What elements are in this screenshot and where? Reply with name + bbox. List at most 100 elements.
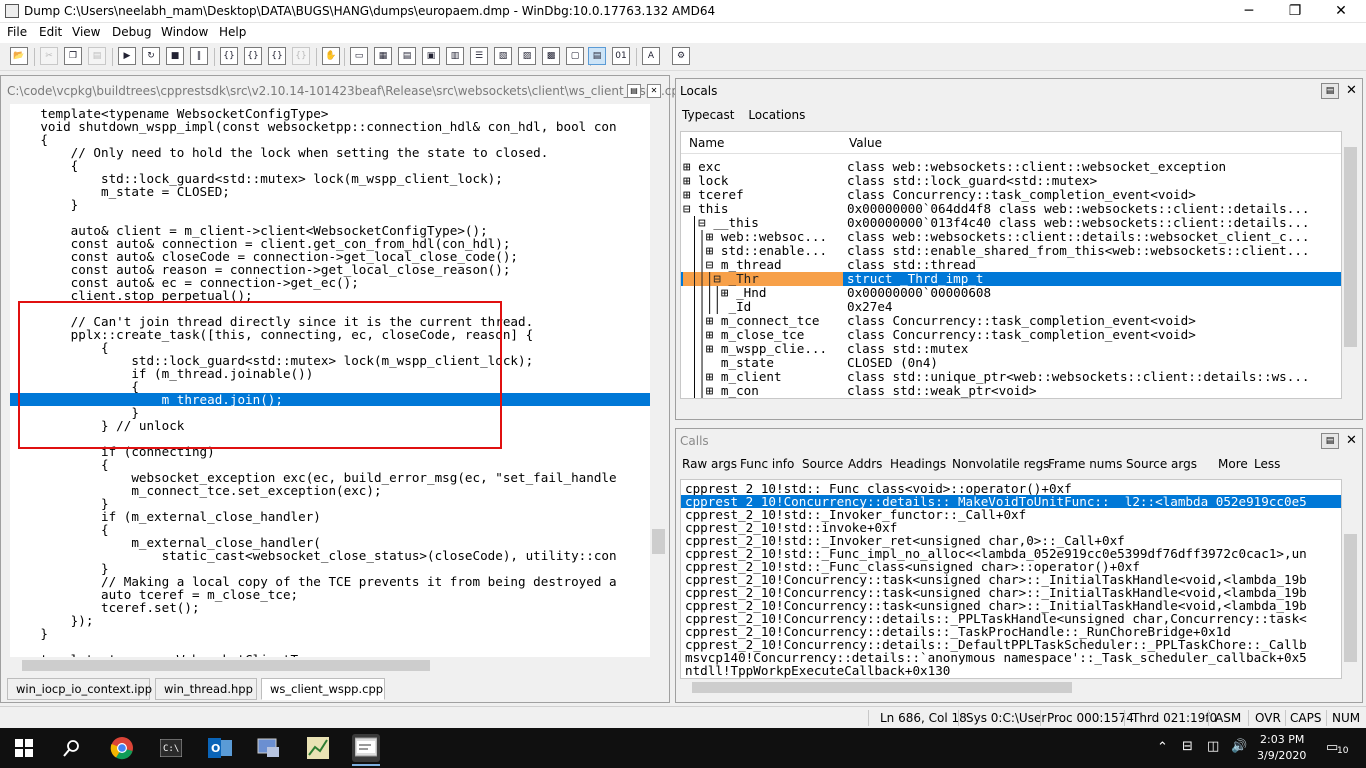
nonvolatile-regs-link[interactable]: Nonvolatile regs bbox=[952, 457, 1050, 471]
search-icon[interactable] bbox=[58, 734, 86, 762]
locals-row[interactable]: ││⊟ m_thread class std::thread bbox=[681, 258, 1341, 272]
typecast-link[interactable]: Typecast bbox=[682, 108, 734, 122]
source-link[interactable]: Source bbox=[802, 457, 843, 471]
step-over-icon[interactable]: {} bbox=[244, 47, 262, 65]
calls-icon[interactable]: ☰ bbox=[470, 47, 488, 65]
locals-icon[interactable]: ▤ bbox=[398, 47, 416, 65]
hand-icon[interactable]: ✋ bbox=[322, 47, 340, 65]
run-to-cursor-icon[interactable]: {} bbox=[292, 47, 310, 65]
scratch2-icon[interactable]: ▩ bbox=[542, 47, 560, 65]
source-args-link[interactable]: Source args bbox=[1126, 457, 1197, 471]
locals-col-value[interactable]: Value bbox=[849, 136, 882, 150]
chrome-icon[interactable] bbox=[108, 734, 136, 762]
locations-link[interactable]: Locations bbox=[748, 108, 805, 122]
source-line[interactable]: client.stop_perpetual(); bbox=[10, 289, 253, 302]
menu-window[interactable]: Window bbox=[161, 25, 208, 39]
locals-close-icon[interactable]: ✕ bbox=[1346, 83, 1357, 98]
locals-row[interactable]: │││⊟ _Thr struct _Thrd_imp_t bbox=[681, 272, 1341, 286]
watch-icon[interactable]: ▦ bbox=[374, 47, 392, 65]
step-out-icon[interactable]: {} bbox=[268, 47, 286, 65]
step-into-icon[interactable]: {} bbox=[220, 47, 238, 65]
wifi-icon[interactable]: ◫ bbox=[1207, 739, 1219, 754]
source-code-view[interactable]: template<typename WebsocketConfigType> v… bbox=[10, 104, 650, 657]
locals-menu-icon[interactable]: ▤ bbox=[1321, 83, 1339, 99]
locals-row[interactable]: ││⊞ web::websoc... class web::websockets:… bbox=[681, 230, 1341, 244]
menu-file[interactable]: File bbox=[7, 25, 27, 39]
tab-win-thread[interactable]: win_thread.hpp bbox=[155, 678, 257, 700]
go-icon[interactable]: ▶ bbox=[118, 47, 136, 65]
locals-row[interactable]: ││⊞ m_client class std::unique_ptr<web::w… bbox=[681, 370, 1341, 384]
call-stack-frame[interactable]: ntdll!TppWorkpExecuteCallback+0x130 bbox=[685, 664, 950, 677]
open-icon[interactable]: 📂 bbox=[10, 47, 28, 65]
stop-icon[interactable]: ■ bbox=[166, 47, 184, 65]
headings-link[interactable]: Headings bbox=[890, 457, 946, 471]
less-link[interactable]: Less bbox=[1254, 457, 1280, 471]
close-button[interactable]: ✕ bbox=[1318, 0, 1364, 23]
cut-icon[interactable]: ✂ bbox=[40, 47, 58, 65]
tab-ws-client-wspp[interactable]: ws_client_wspp.cpp bbox=[261, 678, 385, 700]
locals-row[interactable]: ⊟ this 0x00000000`064dd4f8 class web::web… bbox=[681, 202, 1341, 216]
source-horizontal-scrollbar[interactable] bbox=[10, 657, 650, 674]
raw-args-link[interactable]: Raw args bbox=[682, 457, 737, 471]
locals-row[interactable]: ⊞ tceref class Concurrency::task_completi… bbox=[681, 188, 1341, 202]
calls-close-icon[interactable]: ✕ bbox=[1346, 433, 1357, 448]
locals-table[interactable]: Name Value ⊞ exc class web::websockets::c… bbox=[680, 131, 1342, 399]
memory-icon[interactable]: ▥ bbox=[446, 47, 464, 65]
source-line[interactable]: } // unlock bbox=[10, 419, 184, 432]
locals-row[interactable]: ││⊞ m_close_tce class Concurrency::task_c… bbox=[681, 328, 1341, 342]
pad-icon[interactable]: ▢ bbox=[566, 47, 584, 65]
calls-horizontal-scrollbar[interactable] bbox=[680, 679, 1342, 696]
network-icon[interactable]: ⊟ bbox=[1182, 739, 1193, 754]
source-line[interactable]: void shutdown_wspp_impl(const websocketp… bbox=[10, 120, 616, 133]
disassembly-icon[interactable]: ▧ bbox=[494, 47, 512, 65]
menu-help[interactable]: Help bbox=[219, 25, 246, 39]
paste-icon[interactable]: ▤ bbox=[88, 47, 106, 65]
locals-row[interactable]: ││││⊞ _Hnd 0x00000000`00000608 bbox=[681, 286, 1341, 300]
more-link[interactable]: More bbox=[1218, 457, 1248, 471]
clock-date[interactable]: 3/9/2020 bbox=[1257, 749, 1306, 762]
source-close-icon[interactable]: ✕ bbox=[647, 84, 661, 98]
admin-tools-icon[interactable] bbox=[255, 734, 283, 762]
scratch-icon[interactable]: ▨ bbox=[518, 47, 536, 65]
source-line[interactable]: // Only need to hold the lock when setti… bbox=[10, 146, 549, 159]
locals-row[interactable]: ⊞ exc class web::websockets::client::webs… bbox=[681, 160, 1341, 174]
locals-col-name[interactable]: Name bbox=[689, 136, 724, 150]
chevron-up-icon[interactable]: ⌃ bbox=[1157, 740, 1168, 755]
chart-app-icon[interactable] bbox=[304, 734, 332, 762]
command-icon[interactable]: ▭ bbox=[350, 47, 368, 65]
locals-row[interactable]: │⊟ __this 0x00000000`013f4c40 class web::… bbox=[681, 216, 1341, 230]
locals-row[interactable]: ││⊞ m_connect_tce class Concurrency::task… bbox=[681, 314, 1341, 328]
source-menu-icon[interactable]: ▤ bbox=[627, 84, 641, 98]
source-line[interactable]: } bbox=[10, 198, 79, 211]
locals-row[interactable]: ││⊞ std::enable... class std::enable_shar… bbox=[681, 244, 1341, 258]
windows-start-icon[interactable] bbox=[10, 734, 38, 762]
font-icon[interactable]: A bbox=[642, 47, 660, 65]
locals-row[interactable]: ││││ _Id 0x27e4 bbox=[681, 300, 1341, 314]
windbg-taskbar-icon[interactable] bbox=[352, 734, 380, 766]
source-vertical-scrollbar[interactable] bbox=[650, 104, 667, 657]
hex-icon[interactable]: 01 bbox=[612, 47, 630, 65]
tab-win-iocp-io-context[interactable]: win_iocp_io_context.ipp bbox=[7, 678, 152, 700]
minimize-button[interactable]: ─ bbox=[1226, 0, 1272, 23]
locals-horizontal-scrollbar[interactable] bbox=[680, 399, 1342, 413]
calls-menu-icon[interactable]: ▤ bbox=[1321, 433, 1339, 449]
addrs-link[interactable]: Addrs bbox=[848, 457, 882, 471]
clock-time[interactable]: 2:03 PM bbox=[1260, 733, 1304, 746]
volume-icon[interactable]: 🔊 bbox=[1231, 739, 1247, 754]
calls-list[interactable]: cpprest_2_10!std::_Func_class<void>::ope… bbox=[680, 479, 1342, 679]
break-icon[interactable]: ‖ bbox=[190, 47, 208, 65]
copy-icon[interactable]: ❐ bbox=[64, 47, 82, 65]
restore-button[interactable]: ❐ bbox=[1272, 0, 1318, 23]
frame-nums-link[interactable]: Frame nums bbox=[1048, 457, 1122, 471]
menu-view[interactable]: View bbox=[72, 25, 100, 39]
restart-icon[interactable]: ↻ bbox=[142, 47, 160, 65]
calls-vertical-scrollbar[interactable] bbox=[1342, 479, 1359, 679]
func-info-link[interactable]: Func info bbox=[740, 457, 794, 471]
menu-debug[interactable]: Debug bbox=[112, 25, 151, 39]
locals-row[interactable]: ⊞ lock class std::lock_guard<std::mutex> bbox=[681, 174, 1341, 188]
terminal-icon[interactable]: C:\ bbox=[157, 734, 185, 762]
options-icon[interactable]: ⚙ bbox=[672, 47, 690, 65]
locals-row[interactable]: ││⊞ m_wspp_clie... class std::mutex bbox=[681, 342, 1341, 356]
menu-edit[interactable]: Edit bbox=[39, 25, 62, 39]
locals-vertical-scrollbar[interactable] bbox=[1342, 131, 1359, 399]
